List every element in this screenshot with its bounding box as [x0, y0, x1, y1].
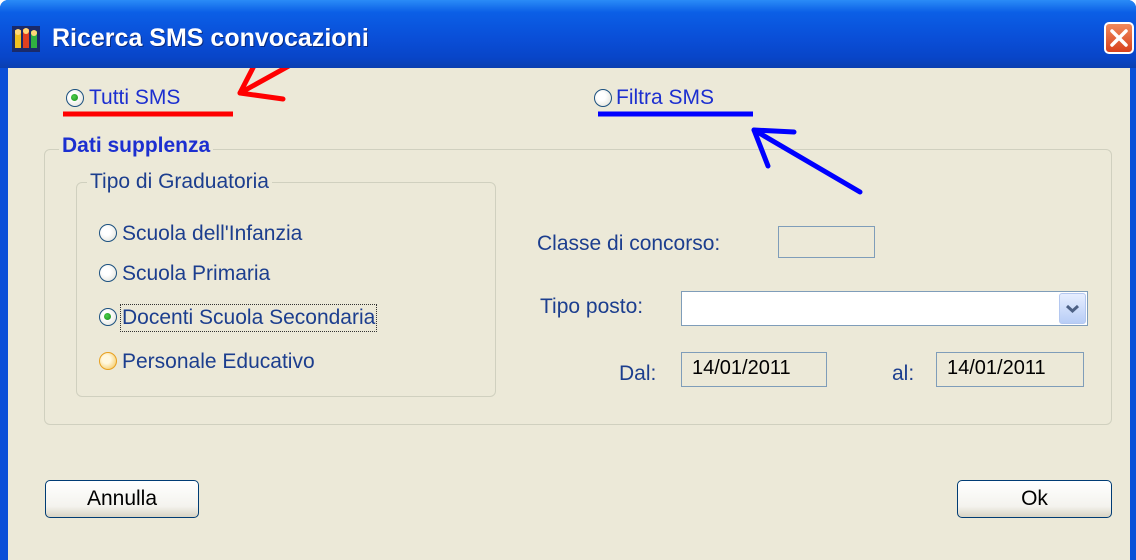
red-arrow [237, 68, 291, 102]
blue-arrow [751, 127, 863, 195]
window-title: Ricerca SMS convocazioni [52, 24, 369, 52]
title-bar[interactable]: Ricerca SMS convocazioni [0, 0, 1136, 68]
dialog-body: Tutti SMS Filtra SMS Dati supplenza Tipo… [8, 68, 1130, 560]
app-icon [12, 26, 40, 52]
annotation-overlay [63, 68, 863, 195]
dialog-window: Ricerca SMS convocazioni Tutti SMS Filtr… [0, 0, 1136, 560]
close-icon [1110, 29, 1128, 47]
close-button[interactable] [1104, 22, 1134, 54]
